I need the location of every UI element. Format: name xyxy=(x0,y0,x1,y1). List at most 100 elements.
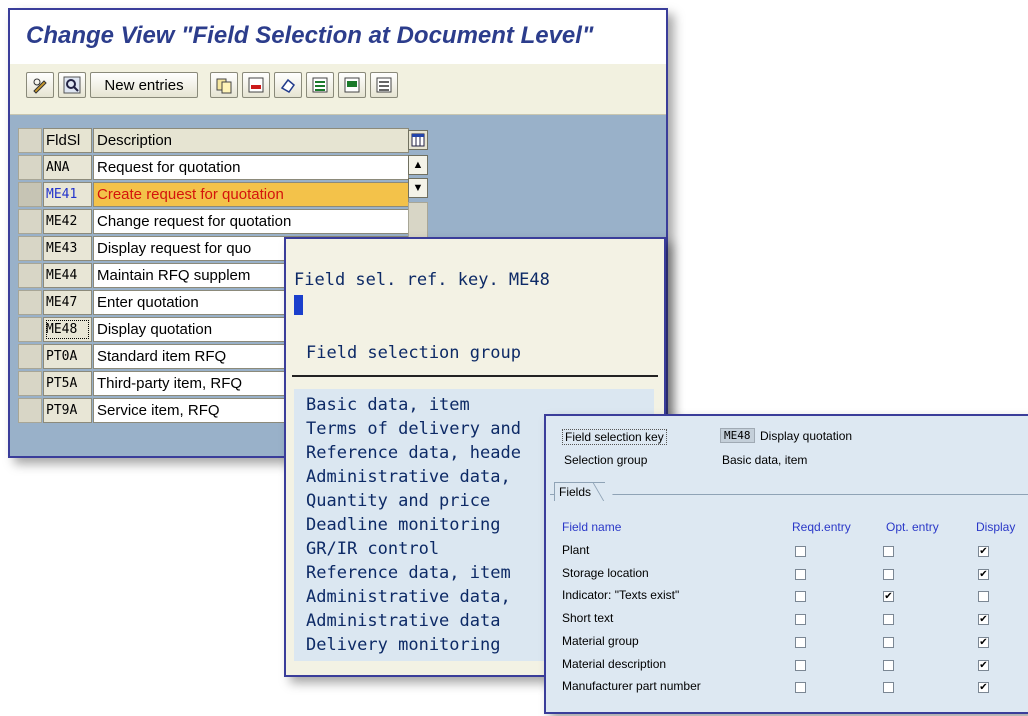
display-checkbox[interactable]: ✔ xyxy=(978,682,989,694)
display-checkbox[interactable]: ✔ xyxy=(978,546,989,557)
row-description: Create request for quotation xyxy=(93,182,409,207)
field-selection-key-value: ME48 xyxy=(720,428,755,443)
group-item[interactable]: Reference data, heade xyxy=(306,443,521,463)
delete-icon xyxy=(248,77,264,93)
row-selector[interactable] xyxy=(18,398,42,423)
scrollbar-track[interactable] xyxy=(408,202,428,242)
row-key: ME43 xyxy=(43,236,92,261)
column-header-fldsl[interactable]: FldSl xyxy=(43,128,92,153)
triangle-down-icon: ▼ xyxy=(412,182,424,194)
row-selector[interactable] xyxy=(18,371,42,396)
group-item[interactable]: Administrative data, xyxy=(306,467,511,487)
opt-checkbox[interactable] xyxy=(883,682,894,694)
magnifier-icon xyxy=(63,76,81,94)
selection-group-value: Basic data, item xyxy=(722,453,808,467)
deselect-all-button[interactable] xyxy=(370,72,398,98)
deselect-all-icon xyxy=(376,77,392,93)
window-title: Change View "Field Selection at Document… xyxy=(26,22,594,49)
field-row: Manufacturer part number xyxy=(562,679,701,701)
field-name: Short text xyxy=(562,611,614,626)
new-entries-button[interactable]: New entries xyxy=(90,72,198,98)
row-key: ME47 xyxy=(43,290,92,315)
select-all-button[interactable] xyxy=(306,72,334,98)
column-header-opt-entry: Opt. entry xyxy=(886,520,939,534)
group-item[interactable]: Administrative data, xyxy=(306,587,511,607)
reqd-checkbox[interactable] xyxy=(795,636,806,648)
field-row: Storage location xyxy=(562,566,649,588)
display-checkbox[interactable]: ✔ xyxy=(978,636,989,648)
copy-as-button[interactable] xyxy=(210,72,238,98)
group-item[interactable]: Terms of delivery and xyxy=(306,419,521,439)
row-selector[interactable] xyxy=(18,344,42,369)
field-name: Indicator: "Texts exist" xyxy=(562,588,680,603)
row-key: ME48 xyxy=(43,317,92,342)
opt-checkbox[interactable] xyxy=(883,614,894,626)
reqd-checkbox[interactable] xyxy=(795,591,806,603)
tab-fields[interactable]: Fields xyxy=(554,482,606,501)
opt-checkbox[interactable] xyxy=(883,568,894,580)
row-key: ME41 xyxy=(43,182,92,207)
field-attributes-window: Field selection key ME48 Display quotati… xyxy=(544,414,1028,714)
group-item[interactable]: Quantity and price xyxy=(306,491,490,511)
group-item[interactable]: Reference data, item xyxy=(306,563,511,583)
opt-checkbox[interactable]: ✔ xyxy=(883,591,894,603)
field-name: Material description xyxy=(562,656,667,671)
other-view-button[interactable] xyxy=(58,72,86,98)
triangle-up-icon: ▲ xyxy=(412,159,424,171)
select-block-icon xyxy=(344,77,360,93)
select-all-icon xyxy=(312,77,328,93)
scroll-down-button[interactable]: ▼ xyxy=(408,178,428,198)
row-selector[interactable] xyxy=(18,317,42,342)
group-item[interactable]: Deadline monitoring xyxy=(306,515,500,535)
selection-group-label: Selection group xyxy=(564,453,648,467)
field-name: Material group xyxy=(562,633,639,648)
field-selection-key-label: Field selection key xyxy=(562,429,667,445)
field-sel-ref-key-label: Field sel. ref. key. ME48 xyxy=(294,270,550,290)
select-block-button[interactable] xyxy=(338,72,366,98)
field-name: Storage location xyxy=(562,565,649,580)
display-change-button[interactable] xyxy=(26,72,54,98)
delete-button[interactable] xyxy=(242,72,270,98)
opt-checkbox[interactable] xyxy=(883,636,894,648)
table-settings-icon xyxy=(411,133,425,147)
display-checkbox[interactable]: ✔ xyxy=(978,659,989,671)
group-item[interactable]: GR/IR control xyxy=(306,539,439,559)
row-key: PT5A xyxy=(43,371,92,396)
application-toolbar: New entries xyxy=(10,64,666,115)
scroll-up-button[interactable]: ▲ xyxy=(408,155,428,175)
undo-change-button[interactable] xyxy=(274,72,302,98)
row-key: ME42 xyxy=(43,209,92,234)
row-selector[interactable] xyxy=(18,209,42,234)
row-key: ME44 xyxy=(43,263,92,288)
eraser-icon xyxy=(280,78,296,93)
row-selector[interactable] xyxy=(18,155,42,180)
display-checkbox[interactable]: ✔ xyxy=(978,568,989,580)
display-checkbox[interactable]: ✔ xyxy=(978,614,989,626)
group-item[interactable]: Administrative data xyxy=(306,611,500,631)
column-header-field-name: Field name xyxy=(562,520,622,534)
field-row: Plant xyxy=(562,543,589,565)
divider xyxy=(292,375,658,377)
reqd-checkbox[interactable] xyxy=(795,682,806,694)
row-selector[interactable] xyxy=(18,263,42,288)
reqd-checkbox[interactable] xyxy=(795,659,806,671)
display-checkbox[interactable] xyxy=(978,591,989,603)
reqd-checkbox[interactable] xyxy=(795,614,806,626)
opt-checkbox[interactable] xyxy=(883,659,894,671)
row-key: PT0A xyxy=(43,344,92,369)
row-selector[interactable] xyxy=(18,182,42,207)
title-bar: Change View "Field Selection at Document… xyxy=(10,10,666,64)
column-header-description[interactable]: Description xyxy=(93,128,409,153)
row-selector[interactable] xyxy=(18,236,42,261)
group-item[interactable]: Delivery monitoring xyxy=(306,635,500,655)
select-all-rows-cell[interactable] xyxy=(18,128,42,153)
column-settings-button[interactable] xyxy=(408,130,428,150)
field-selection-group-header: Field selection group xyxy=(306,343,521,363)
group-item[interactable]: Basic data, item xyxy=(306,395,470,415)
row-selector[interactable] xyxy=(18,290,42,315)
opt-checkbox[interactable] xyxy=(883,546,894,557)
reqd-checkbox[interactable] xyxy=(795,568,806,580)
field-row: Short text xyxy=(562,611,613,633)
reqd-checkbox[interactable] xyxy=(795,546,806,557)
row-key: ANA xyxy=(43,155,92,180)
